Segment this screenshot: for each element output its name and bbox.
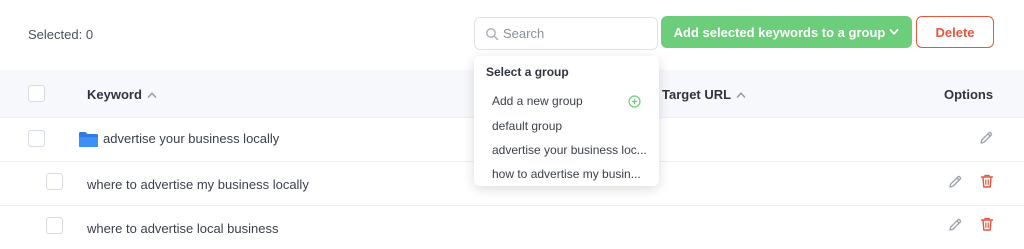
plus-circle-icon[interactable] — [628, 95, 641, 108]
chevron-down-icon — [889, 29, 899, 35]
delete-button[interactable]: Delete — [916, 16, 994, 48]
selected-count: Selected: 0 — [28, 27, 94, 42]
search-icon — [486, 28, 499, 41]
table-row[interactable]: where to advertise local business — [0, 206, 1024, 249]
column-options-label: Options — [944, 87, 994, 102]
column-target-url-label: Target URL — [662, 87, 732, 102]
keyword-text: where to advertise local business — [87, 221, 279, 236]
add-new-group-item[interactable]: Add a new group — [492, 94, 647, 108]
search-input[interactable] — [503, 18, 653, 49]
add-to-group-button-label: Add selected keywords to a group — [673, 24, 886, 40]
search-box[interactable] — [474, 17, 658, 50]
column-options: Options — [944, 87, 993, 102]
pencil-icon[interactable] — [947, 174, 963, 190]
sort-up-icon — [147, 91, 157, 98]
row-checkbox[interactable] — [46, 173, 63, 190]
folder-icon — [79, 132, 98, 147]
dropdown-item-default-group[interactable]: default group — [492, 119, 647, 133]
pencil-icon[interactable] — [978, 130, 994, 146]
keyword-text: where to advertise my business locally — [87, 177, 309, 192]
dropdown-item-group[interactable]: how to advertise my busin... — [492, 167, 647, 181]
trash-icon[interactable] — [979, 216, 995, 232]
column-target-url[interactable]: Target URL — [662, 87, 746, 102]
column-keyword[interactable]: Keyword — [87, 87, 157, 102]
row-checkbox[interactable] — [46, 217, 63, 234]
select-all-checkbox[interactable] — [28, 85, 45, 102]
trash-icon[interactable] — [979, 173, 995, 189]
dropdown-item-group[interactable]: advertise your business loc... — [492, 143, 647, 157]
add-to-group-button[interactable]: Add selected keywords to a group — [661, 16, 912, 48]
dropdown-header: Select a group — [486, 65, 569, 79]
column-keyword-label: Keyword — [87, 87, 142, 102]
delete-button-label: Delete — [935, 24, 975, 40]
pencil-icon[interactable] — [947, 217, 963, 233]
row-checkbox[interactable] — [28, 130, 45, 147]
sort-up-icon — [736, 91, 746, 98]
group-dropdown: Select a group Add a new group default g… — [474, 56, 659, 186]
keyword-text: advertise your business locally — [103, 131, 280, 146]
